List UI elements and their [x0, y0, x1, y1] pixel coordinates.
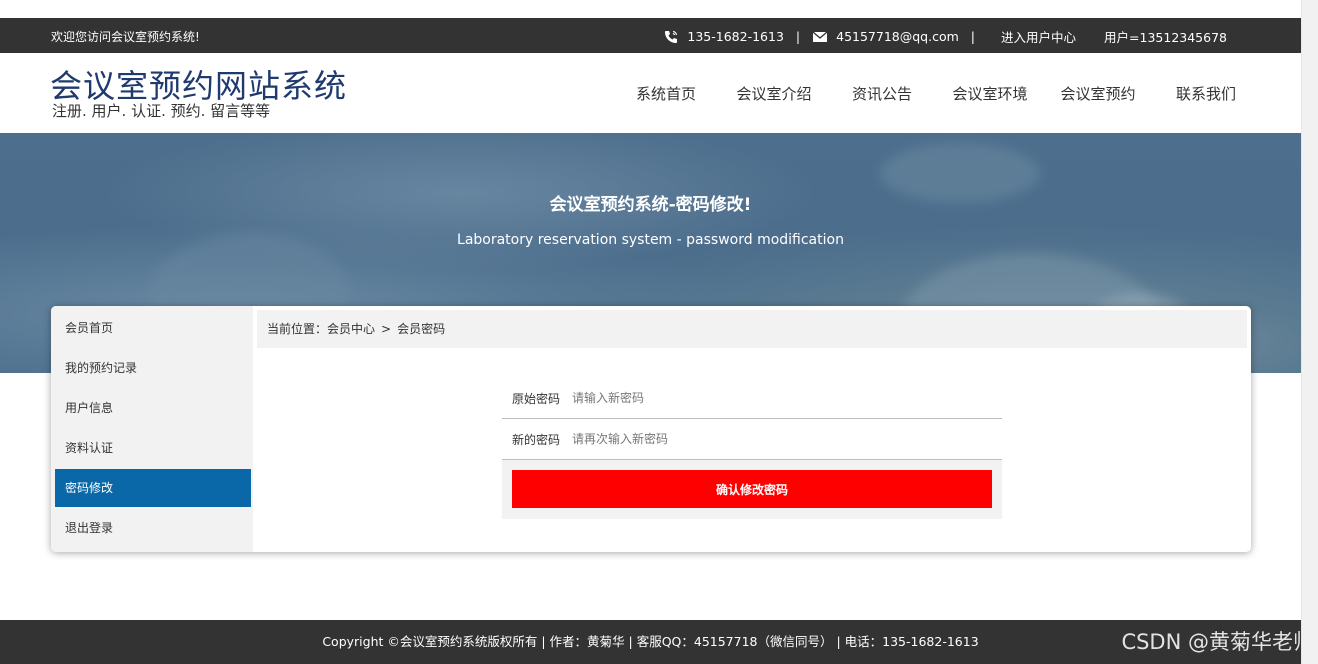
banner-subtitle: Laboratory reservation system - password…: [457, 232, 844, 248]
main-nav: 系统首页 会议室介绍 资讯公告 会议室环境 会议室预约 联系我们: [612, 83, 1260, 104]
phone-icon: [665, 30, 678, 43]
member-sidebar: 会员首页 我的预约记录 用户信息 资料认证 密码修改 退出登录: [51, 306, 253, 552]
banner-title: 会议室预约系统-密码修改!: [549, 195, 752, 215]
sidebar-item-user-info[interactable]: 用户信息: [55, 388, 251, 428]
old-password-row: 原始密码: [502, 378, 1002, 419]
submit-area: 确认修改密码: [502, 460, 1002, 519]
breadcrumb-member-center[interactable]: 会员中心: [327, 322, 375, 336]
page: 欢迎您访问会议室预约系统! 135-1682-1613 | 45157718@q…: [0, 0, 1318, 664]
breadcrumb-arrow: >: [381, 322, 392, 336]
welcome-text: 欢迎您访问会议室预约系统!: [51, 30, 200, 44]
site-subtitle: 注册. 用户. 认证. 预约. 留言等等: [52, 102, 271, 120]
sidebar-item-logout[interactable]: 退出登录: [55, 508, 251, 548]
header: 会议室预约网站系统 注册. 用户. 认证. 预约. 留言等等 系统首页 会议室介…: [0, 53, 1301, 133]
password-form: 原始密码 新的密码 确认修改密码: [502, 378, 1002, 519]
phone-number: 135-1682-1613: [687, 29, 784, 44]
confirm-change-password-button[interactable]: 确认修改密码: [512, 470, 992, 508]
mail-icon: [812, 31, 828, 42]
user-account-link[interactable]: 用户=13512345678: [1104, 27, 1227, 46]
sidebar-item-member-home[interactable]: 会员首页: [55, 308, 251, 348]
nav-item-environment[interactable]: 会议室环境: [936, 83, 1044, 104]
old-password-input[interactable]: [572, 391, 972, 405]
new-password-input[interactable]: [572, 432, 972, 446]
nav-item-reservation[interactable]: 会议室预约: [1044, 83, 1152, 104]
scrollbar[interactable]: [1301, 0, 1318, 664]
breadcrumb-prefix: 当前位置：: [267, 322, 328, 336]
sidebar-item-reservations[interactable]: 我的预约记录: [55, 348, 251, 388]
separator: |: [795, 29, 801, 44]
new-password-row: 新的密码: [502, 419, 1002, 460]
nav-item-room-intro[interactable]: 会议室介绍: [720, 83, 828, 104]
old-password-label: 原始密码: [512, 391, 561, 406]
top-bar-right: 135-1682-1613 | 45157718@qq.com | 进入用户中心…: [663, 27, 1227, 46]
nav-item-news[interactable]: 资讯公告: [828, 83, 936, 104]
watermark: CSDN @黄菊华老师: [1121, 630, 1314, 654]
breadcrumb: 当前位置：会员中心 > 会员密码: [257, 310, 1247, 348]
user-center-link[interactable]: 进入用户中心: [1001, 27, 1076, 46]
separator: |: [970, 29, 976, 44]
nav-item-home[interactable]: 系统首页: [612, 83, 720, 104]
top-bar: 欢迎您访问会议室预约系统! 135-1682-1613 | 45157718@q…: [0, 18, 1301, 53]
sidebar-item-change-password[interactable]: 密码修改: [55, 469, 251, 507]
sidebar-item-verification[interactable]: 资料认证: [55, 428, 251, 468]
footer: Copyright ©会议室预约系统版权所有 | 作者：黄菊华 | 客服QQ：4…: [0, 620, 1301, 664]
member-panel: 会员首页 我的预约记录 用户信息 资料认证 密码修改 退出登录 当前位置：会员中…: [51, 306, 1251, 552]
breadcrumb-current: 会员密码: [397, 322, 446, 336]
nav-item-contact[interactable]: 联系我们: [1152, 83, 1260, 104]
email-address: 45157718@qq.com: [836, 29, 959, 44]
new-password-label: 新的密码: [512, 432, 561, 447]
